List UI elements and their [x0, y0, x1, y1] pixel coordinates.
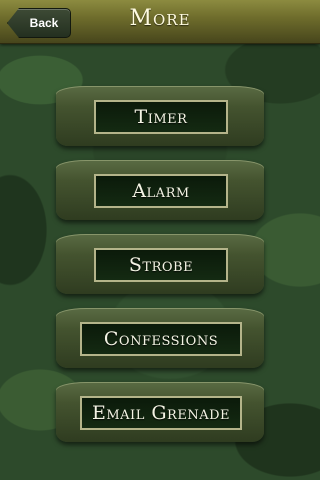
menu-item-label[interactable]: Timer	[94, 100, 228, 134]
nav-bar: Back More	[0, 0, 320, 44]
menu-item-timer[interactable]: Timer	[56, 86, 264, 146]
menu-item-label[interactable]: Strobe	[94, 248, 228, 282]
page-title: More	[129, 6, 191, 31]
menu-item-alarm[interactable]: Alarm	[56, 160, 264, 220]
menu-item-strobe[interactable]: Strobe	[56, 234, 264, 294]
menu-item-label[interactable]: Confessions	[80, 322, 242, 356]
menu-item-label[interactable]: Email Grenade	[80, 396, 242, 430]
menu-item-label[interactable]: Alarm	[94, 174, 228, 208]
menu-item-confessions[interactable]: Confessions	[56, 308, 264, 368]
menu-item-email-grenade[interactable]: Email Grenade	[56, 382, 264, 442]
